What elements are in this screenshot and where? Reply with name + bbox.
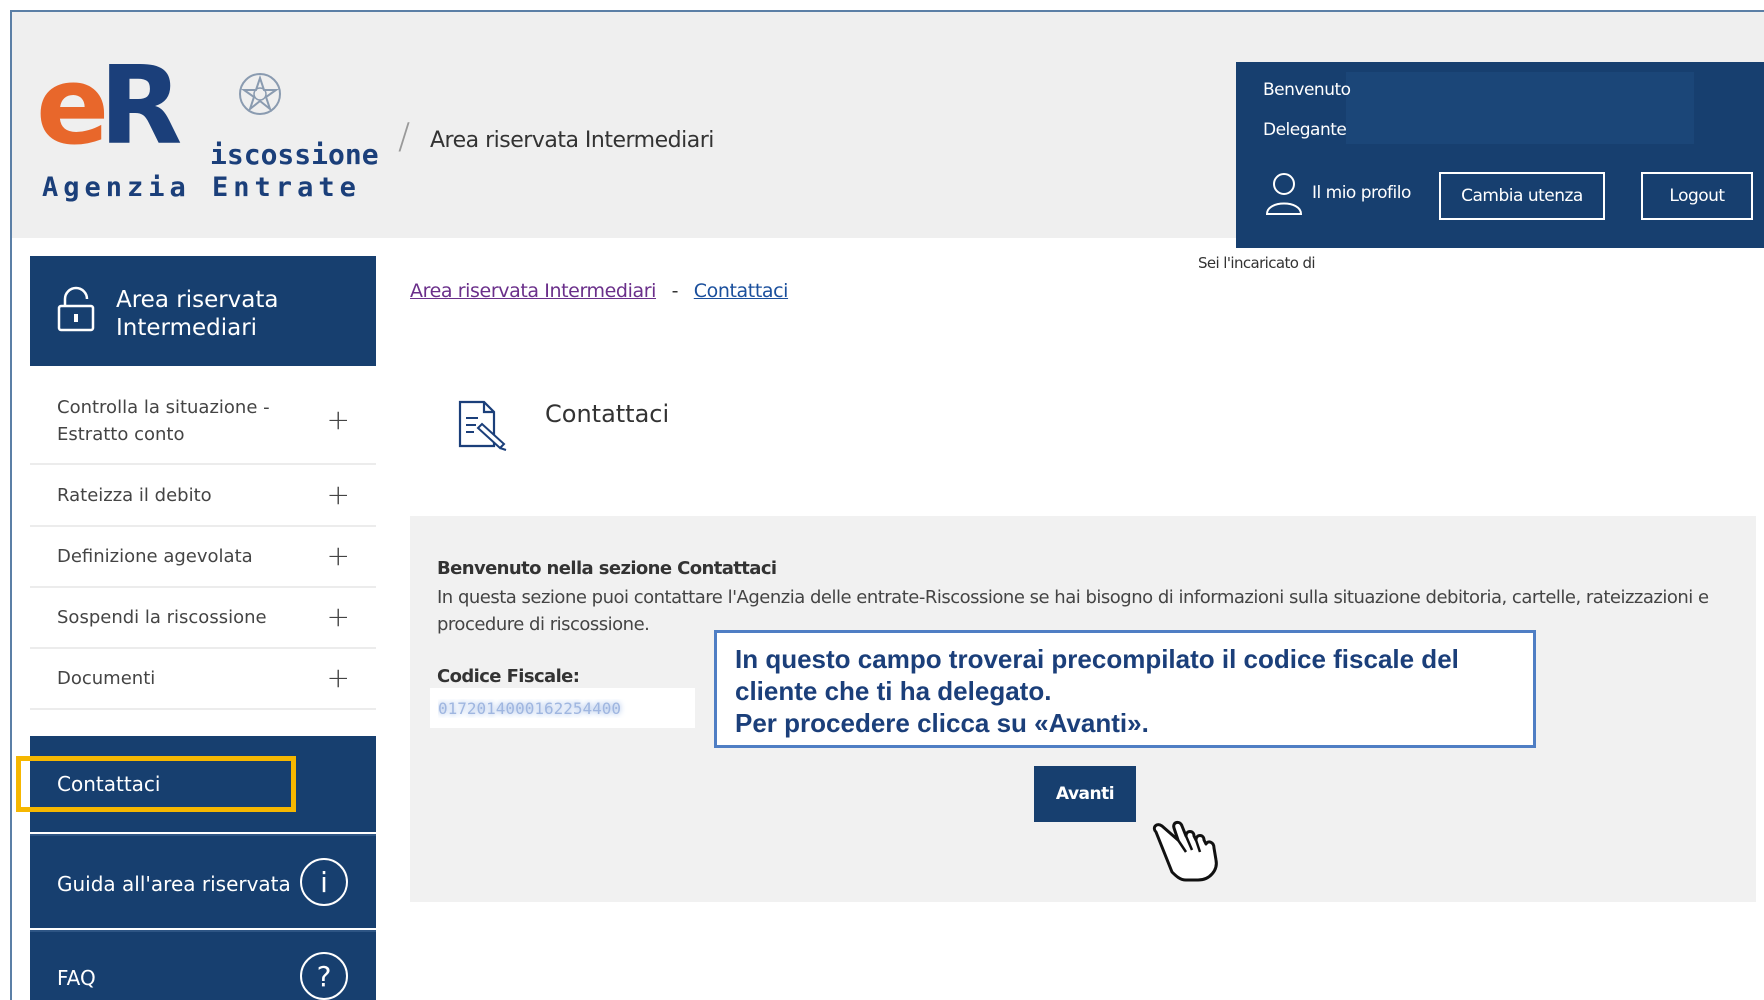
- logo-iscossione: iscossione: [210, 138, 379, 171]
- agenzia-riscossione-logo[interactable]: eR iscossione Agenzia Entrate: [28, 44, 388, 204]
- user-name-field: [1346, 72, 1694, 144]
- sidebar-item-sospendi-riscossione[interactable]: Sospendi la riscossione +: [30, 588, 376, 649]
- user-panel: Benvenuto Delegante Il mio profilo Cambi…: [1236, 62, 1764, 248]
- breadcrumb-current-link[interactable]: Contattaci: [694, 280, 789, 302]
- question-icon: ?: [300, 952, 348, 1000]
- info-icon: i: [300, 858, 348, 906]
- sidebar-title: Area riservata Intermediari: [116, 287, 279, 341]
- logo-er: eR: [36, 44, 182, 169]
- tutorial-callout: In questo campo troverai precompilato il…: [714, 630, 1536, 748]
- welcome-label: Benvenuto: [1263, 80, 1351, 100]
- sidebar-header: Area riservata Intermediari: [30, 256, 376, 366]
- sidebar-item-faq[interactable]: FAQ ?: [30, 930, 376, 1000]
- republic-emblem-icon: [239, 73, 281, 115]
- pointing-hand-icon: [1152, 820, 1218, 882]
- contact-panel: Benvenuto nella sezione Contattaci In qu…: [410, 516, 1756, 902]
- lock-icon: [57, 286, 95, 332]
- sidebar-item-controlla-situazione[interactable]: Controlla la situazione - Estratto conto…: [30, 376, 376, 465]
- site-title: Area riservata Intermediari: [430, 128, 714, 153]
- expand-plus-icon[interactable]: +: [327, 603, 350, 631]
- header-divider: /: [398, 116, 411, 157]
- panel-heading: Benvenuto nella sezione Contattaci: [437, 558, 777, 579]
- expand-plus-icon[interactable]: +: [327, 406, 350, 434]
- expand-plus-icon[interactable]: +: [327, 481, 350, 509]
- sidebar-item-documenti[interactable]: Documenti +: [30, 649, 376, 710]
- incaricato-label: Sei l'incaricato di: [1198, 254, 1316, 272]
- logout-button[interactable]: Logout: [1641, 172, 1753, 220]
- breadcrumb: Area riservata Intermediari - Contattaci: [410, 280, 788, 302]
- expand-plus-icon[interactable]: +: [327, 542, 350, 570]
- sidebar-item-rateizza[interactable]: Rateizza il debito +: [30, 465, 376, 527]
- logo-agenzia-entrate: Agenzia Entrate: [42, 172, 361, 203]
- codice-fiscale-field[interactable]: [430, 688, 695, 728]
- avanti-button[interactable]: Avanti: [1034, 766, 1136, 822]
- header: eR iscossione Agenzia Entrate / Area ris…: [12, 12, 1764, 248]
- page-title: Contattaci: [545, 400, 670, 428]
- profile-link[interactable]: Il mio profilo: [1264, 170, 1411, 216]
- user-icon: [1265, 173, 1303, 215]
- breadcrumb-separator: -: [671, 280, 679, 302]
- highlight-box: [16, 756, 296, 812]
- sidebar-item-definizione-agevolata[interactable]: Definizione agevolata +: [30, 527, 376, 588]
- breadcrumb-home-link[interactable]: Area riservata Intermediari: [410, 280, 656, 302]
- codice-fiscale-label: Codice Fiscale:: [437, 666, 580, 687]
- sidebar-menu: Controlla la situazione - Estratto conto…: [30, 376, 376, 710]
- delegante-label: Delegante: [1263, 120, 1347, 140]
- expand-plus-icon[interactable]: +: [327, 664, 350, 692]
- profile-label: Il mio profilo: [1312, 183, 1411, 203]
- document-edit-icon: [458, 400, 507, 451]
- sidebar-item-guida[interactable]: Guida all'area riservata i: [30, 834, 376, 928]
- cambia-utenza-button[interactable]: Cambia utenza: [1439, 172, 1605, 220]
